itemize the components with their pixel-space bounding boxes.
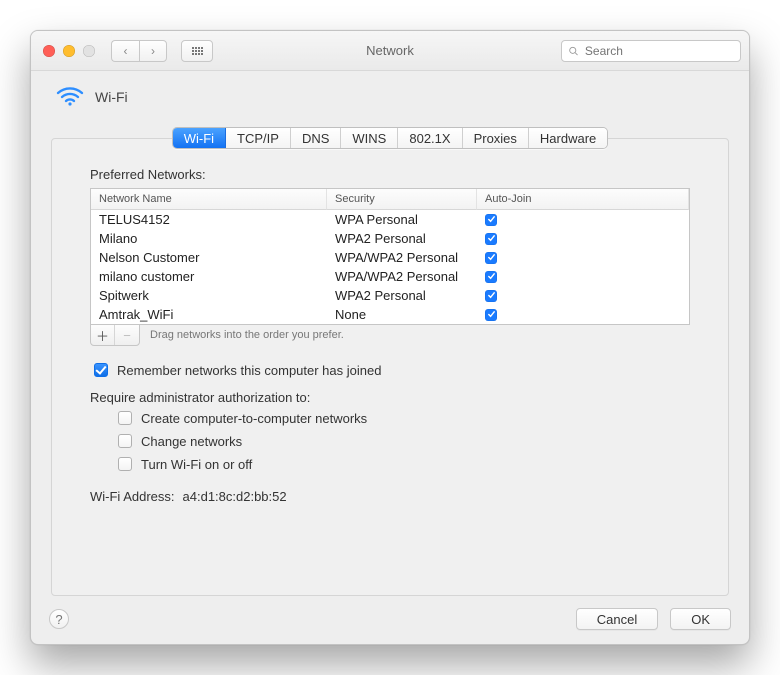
footer: ? Cancel OK <box>31 596 749 644</box>
require-option-row[interactable]: Change networks <box>114 431 690 451</box>
table-row[interactable]: Nelson CustomerWPA/WPA2 Personal <box>91 248 689 267</box>
cell-auto-join <box>477 290 689 302</box>
auto-join-checkbox[interactable] <box>485 252 497 264</box>
cell-auto-join <box>477 309 689 321</box>
remember-networks-label: Remember networks this computer has join… <box>117 363 381 378</box>
cell-auto-join <box>477 252 689 264</box>
titlebar: ‹ › Network <box>31 31 749 71</box>
remove-network-button[interactable]: − <box>115 325 139 345</box>
require-option-row[interactable]: Create computer-to-computer networks <box>114 408 690 428</box>
cell-network-name: Amtrak_WiFi <box>91 307 327 322</box>
grid-icon <box>192 47 203 55</box>
help-button[interactable]: ? <box>49 609 69 629</box>
remember-networks-checkbox[interactable] <box>94 363 108 377</box>
panel-title: Wi-Fi <box>95 89 128 105</box>
table-row[interactable]: MilanoWPA2 Personal <box>91 229 689 248</box>
chevron-right-icon: › <box>151 44 155 58</box>
cell-security: WPA2 Personal <box>327 288 477 303</box>
cell-auto-join <box>477 214 689 226</box>
cell-network-name: TELUS4152 <box>91 212 327 227</box>
window-controls <box>43 45 95 57</box>
search-input[interactable] <box>583 43 734 59</box>
cell-security: WPA/WPA2 Personal <box>327 250 477 265</box>
require-auth-label: Require administrator authorization to: <box>90 390 690 405</box>
content-pane: Preferred Networks: Network Name Securit… <box>51 138 729 596</box>
cell-auto-join <box>477 233 689 245</box>
ok-button[interactable]: OK <box>670 608 731 630</box>
require-option-checkbox[interactable] <box>118 434 132 448</box>
require-option-label: Create computer-to-computer networks <box>141 411 367 426</box>
require-option-label: Turn Wi-Fi on or off <box>141 457 252 472</box>
show-all-button[interactable] <box>181 40 213 62</box>
search-icon <box>568 45 579 57</box>
require-option-row[interactable]: Turn Wi-Fi on or off <box>114 454 690 474</box>
table-row[interactable]: Amtrak_WiFiNone <box>91 305 689 324</box>
tab-bar: Wi-FiTCP/IPDNSWINS802.1XProxiesHardware <box>31 116 749 138</box>
cell-auto-join <box>477 271 689 283</box>
auto-join-checkbox[interactable] <box>485 233 497 245</box>
cell-security: None <box>327 307 477 322</box>
tab-proxies[interactable]: Proxies <box>463 128 529 148</box>
auto-join-checkbox[interactable] <box>485 290 497 302</box>
cancel-button[interactable]: Cancel <box>576 608 658 630</box>
require-option-label: Change networks <box>141 434 242 449</box>
preferred-networks-label: Preferred Networks: <box>90 167 690 182</box>
auto-join-checkbox[interactable] <box>485 214 497 226</box>
cell-network-name: Spitwerk <box>91 288 327 303</box>
tab-dns[interactable]: DNS <box>291 128 341 148</box>
table-row[interactable]: milano customerWPA/WPA2 Personal <box>91 267 689 286</box>
table-footer: ＋ − Drag networks into the order you pre… <box>90 324 690 346</box>
chevron-left-icon: ‹ <box>124 44 128 58</box>
forward-button[interactable]: › <box>139 40 167 62</box>
cell-network-name: Nelson Customer <box>91 250 327 265</box>
tab-hardware[interactable]: Hardware <box>529 128 607 148</box>
drag-hint: Drag networks into the order you prefer. <box>150 329 344 341</box>
col-auto-join[interactable]: Auto-Join <box>477 189 689 210</box>
add-network-button[interactable]: ＋ <box>91 325 115 345</box>
require-option-checkbox[interactable] <box>118 411 132 425</box>
add-remove-group: ＋ − <box>90 324 140 346</box>
tab-tcp-ip[interactable]: TCP/IP <box>226 128 291 148</box>
wifi-address-label: Wi-Fi Address: <box>90 489 175 504</box>
back-button[interactable]: ‹ <box>111 40 139 62</box>
nav-buttons: ‹ › <box>111 40 167 62</box>
table-header: Network Name Security Auto-Join <box>91 189 689 210</box>
auto-join-checkbox[interactable] <box>485 309 497 321</box>
wifi-address-value: a4:d1:8c:d2:bb:52 <box>183 489 287 504</box>
col-security[interactable]: Security <box>327 189 477 210</box>
tab-wi-fi[interactable]: Wi-Fi <box>173 128 226 148</box>
panel-header: Wi-Fi <box>31 71 749 116</box>
cell-network-name: Milano <box>91 231 327 246</box>
remember-networks-row[interactable]: Remember networks this computer has join… <box>90 360 690 380</box>
tab-802-1x[interactable]: 802.1X <box>398 128 462 148</box>
table-row[interactable]: TELUS4152WPA Personal <box>91 210 689 229</box>
cell-security: WPA2 Personal <box>327 231 477 246</box>
cell-security: WPA Personal <box>327 212 477 227</box>
preferences-window: ‹ › Network Wi-Fi Wi-FiTCP/IPDNSWINS802.… <box>30 30 750 645</box>
cell-network-name: milano customer <box>91 269 327 284</box>
tab-wins[interactable]: WINS <box>341 128 398 148</box>
col-network-name[interactable]: Network Name <box>91 189 327 210</box>
cell-security: WPA/WPA2 Personal <box>327 269 477 284</box>
wifi-address-row: Wi-Fi Address: a4:d1:8c:d2:bb:52 <box>90 489 690 504</box>
require-option-checkbox[interactable] <box>118 457 132 471</box>
zoom-window-button[interactable] <box>83 45 95 57</box>
close-window-button[interactable] <box>43 45 55 57</box>
auto-join-checkbox[interactable] <box>485 271 497 283</box>
wifi-icon <box>55 83 85 110</box>
minimize-window-button[interactable] <box>63 45 75 57</box>
networks-table[interactable]: Network Name Security Auto-Join TELUS415… <box>90 188 690 325</box>
search-field[interactable] <box>561 40 741 62</box>
table-row[interactable]: SpitwerkWPA2 Personal <box>91 286 689 305</box>
